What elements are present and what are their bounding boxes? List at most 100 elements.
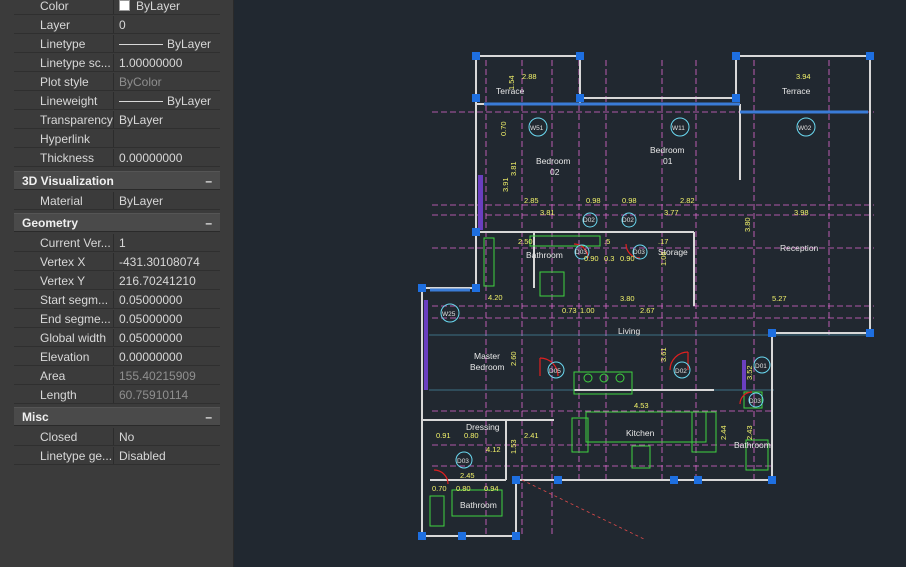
drawing-viewport[interactable]: Terrace Terrace Bedroom 02 Bedroom 01 Ba… <box>234 0 906 567</box>
property-value-text: -431.30108074 <box>119 255 200 269</box>
property-value[interactable]: 216.70241210 <box>114 272 220 290</box>
property-value-text: ByLayer <box>167 94 212 108</box>
collapse-icon[interactable]: – <box>205 172 212 191</box>
property-value[interactable]: 0.05000000 <box>114 291 220 309</box>
property-row[interactable]: Area 155.40215909 <box>14 367 220 385</box>
linetype-preview-icon <box>119 101 163 103</box>
property-value-text: 1 <box>119 236 126 250</box>
property-row[interactable]: Elevation 0.00000000 <box>14 348 220 366</box>
property-key: Layer <box>14 16 114 34</box>
property-value-text: 60.75910114 <box>119 388 189 402</box>
property-row[interactable]: Linetype ByLayer <box>14 35 220 53</box>
dim-label: .17 <box>658 237 668 246</box>
property-row[interactable]: Thickness 0.00000000 <box>14 149 220 167</box>
dim-label: 2.60 <box>509 351 518 366</box>
property-value[interactable]: 155.40215909 <box>114 367 220 385</box>
property-value[interactable]: ByLayer <box>114 35 220 53</box>
property-row[interactable]: Vertex Y 216.70241210 <box>14 272 220 290</box>
property-value[interactable]: 0 <box>114 16 220 34</box>
tag-d02b: D02 <box>622 217 634 224</box>
section-header-misc[interactable]: Misc – <box>14 407 220 426</box>
property-value-text: 0.05000000 <box>119 293 183 307</box>
dim-label: 1.06 <box>659 251 668 266</box>
property-key: Plot style <box>14 73 114 91</box>
room-label-reception: Reception <box>780 243 819 253</box>
dim-label: 0.94 <box>484 484 499 493</box>
room-label-master: Master <box>474 351 500 361</box>
dim-label: 1.53 <box>509 439 518 454</box>
property-value-text: No <box>119 430 135 444</box>
property-value[interactable]: -431.30108074 <box>114 253 220 271</box>
property-row[interactable]: Linetype sc... 1.00000000 <box>14 54 220 72</box>
tag-d03c: D03 <box>749 398 761 405</box>
property-row[interactable]: Plot style ByColor <box>14 73 220 91</box>
property-row[interactable]: Current Ver... 1 <box>14 234 220 252</box>
property-key: Closed <box>14 428 114 446</box>
dim-label: 5.27 <box>772 294 787 303</box>
property-row[interactable]: Material ByLayer <box>14 192 220 210</box>
property-key: Vertex X <box>14 253 114 271</box>
room-label-kitchen: Kitchen <box>626 428 655 438</box>
curtain-walls <box>424 175 746 390</box>
dim-label: 4.12 <box>486 445 501 454</box>
property-key: Global width <box>14 329 114 347</box>
dim-label: 1.54 <box>507 75 516 90</box>
color-swatch-icon <box>119 0 130 11</box>
property-value[interactable]: ByLayer <box>114 92 220 110</box>
property-row[interactable]: Lineweight ByLayer <box>14 92 220 110</box>
section-title: 3D Visualization <box>22 174 114 188</box>
tag-w51: W51 <box>530 125 544 132</box>
property-value[interactable] <box>114 130 220 148</box>
property-row[interactable]: Transparency ByLayer <box>14 111 220 129</box>
property-key: Vertex Y <box>14 272 114 290</box>
collapse-icon[interactable]: – <box>205 408 212 427</box>
tag-d05: D05 <box>549 368 561 375</box>
section-header-3d-visualization[interactable]: 3D Visualization – <box>14 171 220 190</box>
dim-label: 2.85 <box>524 196 539 205</box>
furniture <box>429 235 769 527</box>
property-row[interactable]: Closed No <box>14 428 220 446</box>
property-key: Linetype sc... <box>14 54 114 72</box>
dim-label: 0.70 <box>432 484 447 493</box>
property-row[interactable]: Color ByLayer <box>14 0 220 15</box>
property-value-text: 0.05000000 <box>119 312 183 326</box>
section-header-geometry[interactable]: Geometry – <box>14 213 220 232</box>
dim-label: 2.88 <box>522 72 537 81</box>
dim-label: 0.3 <box>604 254 614 263</box>
property-row[interactable]: Global width 0.05000000 <box>14 329 220 347</box>
property-row[interactable]: Hyperlink <box>14 130 220 148</box>
property-value-text: 216.70241210 <box>119 274 196 288</box>
property-value[interactable]: 0.00000000 <box>114 149 220 167</box>
property-value[interactable]: 1.00000000 <box>114 54 220 72</box>
dim-label: 3.52 <box>745 365 754 380</box>
property-value[interactable]: 1 <box>114 234 220 252</box>
property-value[interactable]: 0.00000000 <box>114 348 220 366</box>
property-value[interactable]: Disabled <box>114 447 220 465</box>
room-label-bedroom-02: Bedroom <box>536 156 571 166</box>
collapse-icon[interactable]: – <box>205 214 212 233</box>
room-label-bedroom-01-num: 01 <box>663 156 673 166</box>
property-value[interactable]: 0.05000000 <box>114 329 220 347</box>
property-value[interactable]: ByLayer <box>114 192 220 210</box>
property-row[interactable]: Linetype ge... Disabled <box>14 447 220 465</box>
room-label-terrace-right: Terrace <box>782 86 811 96</box>
property-row[interactable]: Start segm... 0.05000000 <box>14 291 220 309</box>
property-value[interactable]: 60.75910114 <box>114 386 220 404</box>
property-row[interactable]: Length 60.75910114 <box>14 386 220 404</box>
property-value[interactable]: ByLayer <box>114 111 220 129</box>
dim-label: .5 <box>604 237 610 246</box>
property-key: Length <box>14 386 114 404</box>
floor-plan-drawing[interactable]: Terrace Terrace Bedroom 02 Bedroom 01 Ba… <box>234 0 906 567</box>
property-row[interactable]: End segme... 0.05000000 <box>14 310 220 328</box>
dim-label: 3.91 <box>501 177 510 192</box>
property-row[interactable]: Layer 0 <box>14 16 220 34</box>
property-key: Material <box>14 192 114 210</box>
property-value[interactable]: ByColor <box>114 73 220 91</box>
dim-label: 3.81 <box>540 208 555 217</box>
property-value[interactable]: No <box>114 428 220 446</box>
room-label-master-bedroom: Bedroom <box>470 362 505 372</box>
property-value[interactable]: ByLayer <box>114 0 220 15</box>
dim-label: 3.94 <box>796 72 811 81</box>
property-row[interactable]: Vertex X -431.30108074 <box>14 253 220 271</box>
property-value[interactable]: 0.05000000 <box>114 310 220 328</box>
